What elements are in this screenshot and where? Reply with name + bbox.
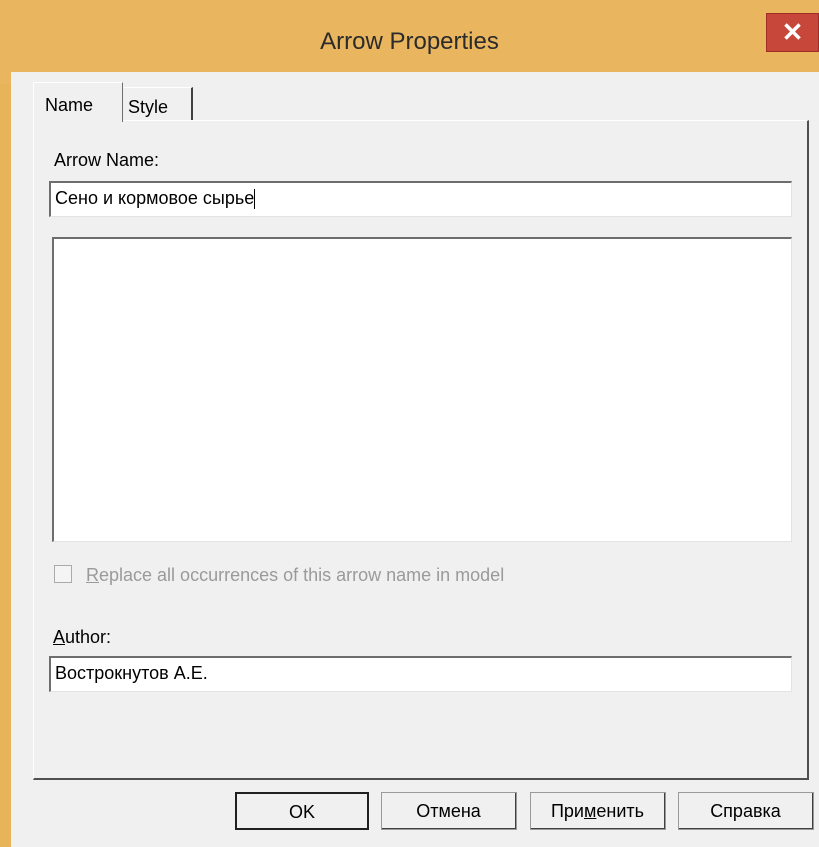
replace-mnemonic: R <box>86 565 99 585</box>
dialog-window: Arrow Properties ✕ Name Style Arrow Name… <box>0 0 819 847</box>
tab-style-label: Style <box>128 97 169 117</box>
author-label: Author: <box>53 627 111 648</box>
close-icon: ✕ <box>781 17 804 47</box>
arrow-name-label: Arrow Name: <box>54 150 160 170</box>
apply-mnemonic: м <box>584 801 597 821</box>
apply-button[interactable]: Применить <box>530 792 666 830</box>
tab-name-label: Name <box>45 95 94 115</box>
author-value: Вострокнутов А.Е. <box>55 663 208 683</box>
arrow-name-value: Сено и кормовое сырье <box>55 188 255 208</box>
help-button[interactable]: Справка <box>678 792 814 830</box>
replace-occurrences-checkbox[interactable] <box>54 565 72 583</box>
close-button[interactable]: ✕ <box>766 13 819 52</box>
cancel-button-label: Отмена <box>416 801 481 821</box>
arrow-name-input[interactable]: Сено и кормовое сырье <box>49 181 792 217</box>
window-title: Arrow Properties <box>320 28 499 55</box>
text-caret <box>254 189 256 210</box>
replace-label-rest: eplace all occurrences of this arrow nam… <box>99 565 505 585</box>
tab-name[interactable]: Name <box>33 82 123 122</box>
tab-style[interactable]: Style <box>121 87 193 123</box>
description-textarea[interactable] <box>52 237 792 542</box>
ok-button[interactable]: OK <box>235 792 369 830</box>
apply-label-pre: При <box>550 801 584 821</box>
author-mnemonic: A <box>53 627 66 647</box>
ok-button-label: OK <box>288 802 315 822</box>
cancel-button[interactable]: Отмена <box>381 792 517 830</box>
apply-label-post: енить <box>596 801 645 821</box>
author-label-rest: uthor: <box>65 627 112 647</box>
help-button-label: Справка <box>710 801 781 821</box>
author-input[interactable]: Вострокнутов А.Е. <box>49 656 792 692</box>
replace-occurrences-label: Replace all occurrences of this arrow na… <box>86 565 504 586</box>
